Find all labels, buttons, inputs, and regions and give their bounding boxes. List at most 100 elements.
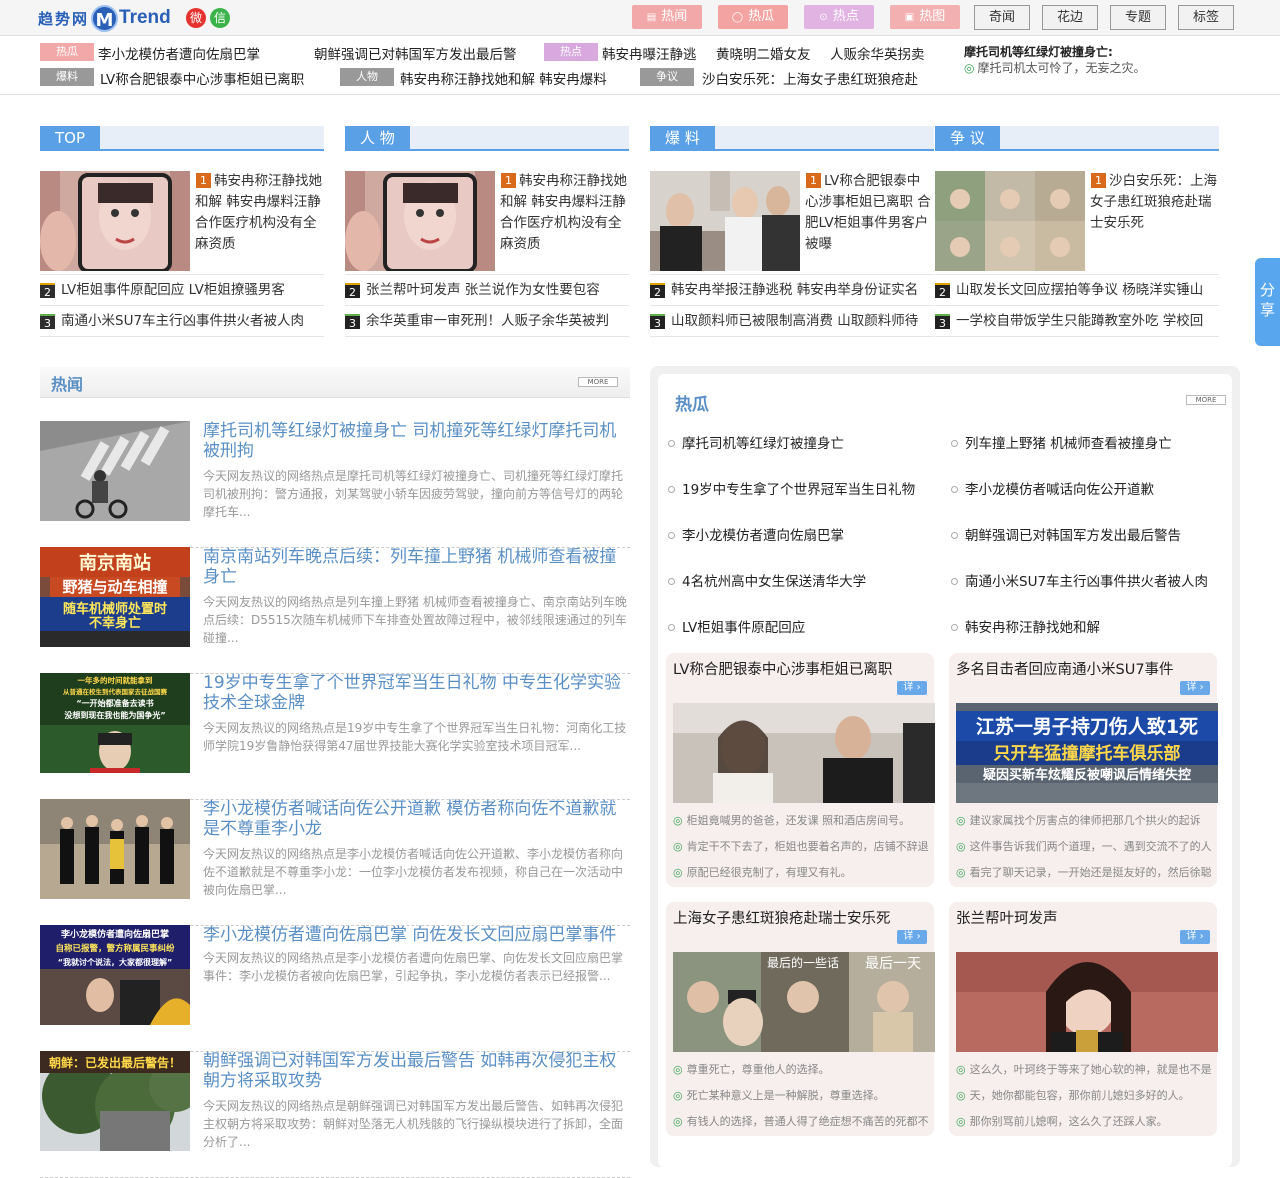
news-title[interactable]: 摩托司机等红绿灯被撞身亡 司机撞死等红绿灯摩托司机被刑拘 bbox=[203, 421, 623, 461]
feature-image[interactable] bbox=[40, 171, 190, 271]
gua-list-item[interactable]: 19岁中专生拿了个世界冠军当生日礼物 bbox=[668, 478, 915, 498]
gua-card-title[interactable]: 上海女子患红斑狼疮赴瑞士安乐死 bbox=[673, 907, 891, 928]
nav-button-biaoqian[interactable]: 标签 bbox=[1178, 5, 1234, 30]
news-image[interactable] bbox=[40, 421, 190, 521]
rank-item[interactable]: 3 南通小米SU7车主行凶事件拱火者被人肉 bbox=[40, 306, 324, 337]
news-image[interactable]: 李小龙模仿者遭向佐扇巴掌 自称已报警，警方称属民事纠纷 “我就讨个说法，大家都很理解… bbox=[40, 925, 190, 1025]
ticker-tag[interactable]: 争议 bbox=[640, 68, 694, 86]
ticker-tag[interactable]: 热瓜 bbox=[40, 43, 94, 61]
ticker-tag[interactable]: 热点 bbox=[544, 43, 598, 61]
gua-list-item[interactable]: 4名杭州高中女生保送清华大学 bbox=[668, 570, 866, 590]
cat-button-hot-gua[interactable]: ◯ 热瓜 bbox=[718, 5, 788, 29]
gua-card[interactable]: 上海女子患红斑狼疮赴瑞士安乐死 详 › 最后的一些话 最后一天 ◎ 尊重死亡，尊重他… bbox=[666, 902, 935, 1136]
cat-button-hot-pic[interactable]: ▣ 热图 bbox=[890, 5, 960, 29]
rank-text[interactable]: 韩安冉举报汪静逃税 韩安冉举身份证实名 bbox=[671, 282, 918, 298]
news-item[interactable]: 朝鲜：已发出最后警告！ 朝鲜强调已对韩国军方发出最后警告 如韩再次侵犯主权朝方将… bbox=[40, 1051, 630, 1178]
feature-title[interactable]: 韩安冉称汪静找她和解 韩安冉爆料汪静合作医疗机构没有全麻资质 bbox=[195, 171, 323, 255]
detail-button[interactable]: 详 › bbox=[897, 681, 927, 695]
gua-list-item[interactable]: 李小龙模仿者遭向佐扇巴掌 bbox=[668, 524, 844, 544]
feature-item[interactable]: 1 韩安冉称汪静找她和解 韩安冉爆料汪静合作医疗机构没有全麻资质 bbox=[345, 171, 629, 275]
rank-text[interactable]: 余华英重审一审死刑！人贩子余华英被判 bbox=[366, 313, 609, 329]
hot-gua-title[interactable]: 热瓜 bbox=[675, 390, 709, 415]
rank-item[interactable]: 2 山取发长文回应摆拍等争议 杨晓洋实锤山 bbox=[935, 275, 1219, 306]
detail-button[interactable]: 详 › bbox=[897, 930, 927, 944]
gua-list-item[interactable]: 李小龙模仿者喊话向佐公开道歉 bbox=[951, 478, 1154, 498]
rank-item[interactable]: 3 山取颜料师已被限制高消费 山取颜料师待 bbox=[650, 306, 934, 337]
gua-card-title[interactable]: 张兰帮叶珂发声 bbox=[956, 907, 1058, 928]
column-title[interactable]: 争 议 bbox=[935, 126, 1000, 151]
cat-button-hot-news[interactable]: ▤ 热闻 bbox=[632, 5, 702, 29]
rank-item[interactable]: 2 张兰帮叶珂发声 张兰说作为女性要包容 bbox=[345, 275, 629, 306]
ticker-tag[interactable]: 人物 bbox=[340, 68, 394, 86]
nav-button-zhuanti[interactable]: 专题 bbox=[1110, 5, 1166, 30]
gua-list-item[interactable]: LV柜姐事件原配回应 bbox=[668, 616, 805, 636]
news-image[interactable]: 南京南站 野猪与动车相撞 随车机械师处置时 不幸身亡 bbox=[40, 547, 190, 647]
gua-list-item[interactable]: 南通小米SU7车主行凶事件拱火者被人肉 bbox=[951, 570, 1208, 590]
column-title[interactable]: 人 物 bbox=[345, 126, 410, 151]
rank-text[interactable]: 南通小米SU7车主行凶事件拱火者被人肉 bbox=[61, 313, 304, 329]
gua-card[interactable]: 张兰帮叶珂发声 详 › ◎ 这么久，叶珂终于等来了她心软的神，就是也不是 ◎ 天，她… bbox=[949, 902, 1218, 1136]
more-button[interactable]: MORE bbox=[578, 377, 618, 387]
ticker-link[interactable]: 黄晓明二婚女友 bbox=[716, 43, 811, 63]
weibo-icon[interactable]: 微 bbox=[186, 8, 206, 28]
ticker-link[interactable]: LV称合肥银泰中心涉事柜姐已离职 bbox=[100, 68, 304, 88]
nav-button-huabian[interactable]: 花边 bbox=[1042, 5, 1098, 30]
news-image[interactable] bbox=[40, 799, 190, 899]
detail-button[interactable]: 详 › bbox=[1180, 681, 1210, 695]
news-title[interactable]: 南京南站列车晚点后续：列车撞上野猪 机械师查看被撞身亡 bbox=[203, 547, 623, 587]
gua-list-item[interactable]: 列车撞上野猪 机械师查看被撞身亡 bbox=[951, 432, 1172, 452]
feature-title[interactable]: 韩安冉称汪静找她和解 韩安冉爆料汪静合作医疗机构没有全麻资质 bbox=[500, 171, 628, 255]
ticker-link[interactable]: 沙白安乐死：上海女子患红斑狼疮赴 bbox=[702, 68, 918, 88]
gua-card[interactable]: 多名目击者回应南通小米SU7事件 详 › 江苏一男子持刀伤人致1死 只开车猛撞摩托… bbox=[949, 653, 1218, 887]
gua-card-image[interactable]: 江苏一男子持刀伤人致1死 只开车猛撞摩托车俱乐部 疑因买新车炫耀反被嘲讽后情绪失控 bbox=[956, 703, 1218, 803]
news-title[interactable]: 李小龙模仿者喊话向佐公开道歉 模仿者称向佐不道歉就是不尊重李小龙 bbox=[203, 799, 623, 839]
news-title[interactable]: 李小龙模仿者遭向佐扇巴掌 向佐发长文回应扇巴掌事件 bbox=[203, 925, 623, 945]
rank-item[interactable]: 2 LV柜姐事件原配回应 LV柜姐撩骚男客 bbox=[40, 275, 324, 306]
feature-image[interactable] bbox=[345, 171, 495, 271]
feature-item[interactable]: 1 沙白安乐死：上海女子患红斑狼疮赴瑞士安乐死 bbox=[935, 171, 1219, 275]
news-item[interactable]: 李小龙模仿者喊话向佐公开道歉 模仿者称向佐不道歉就是不尊重李小龙 今天网友热议的… bbox=[40, 799, 630, 926]
rank-text[interactable]: LV柜姐事件原配回应 LV柜姐撩骚男客 bbox=[61, 282, 285, 298]
detail-button[interactable]: 详 › bbox=[1180, 930, 1210, 944]
news-item[interactable]: 一年多的时间就能拿到 从普通在校生到代表国家去征战国赛 “一开始都准备去读书 没想到现… bbox=[40, 673, 630, 800]
ticker-tag[interactable]: 爆料 bbox=[40, 68, 94, 86]
column-title[interactable]: TOP bbox=[40, 126, 101, 151]
share-button[interactable]: 分享 bbox=[1255, 258, 1280, 346]
gua-card-image[interactable] bbox=[673, 703, 935, 803]
ticker-link[interactable]: 韩安冉曝汪静逃 bbox=[602, 43, 697, 63]
news-title[interactable]: 朝鲜强调已对韩国军方发出最后警告 如韩再次侵犯主权朝方将采取攻势 bbox=[203, 1051, 623, 1091]
gua-card-image[interactable] bbox=[956, 952, 1218, 1052]
news-item[interactable]: 南京南站 野猪与动车相撞 随车机械师处置时 不幸身亡 南京南站列车晚点后续：列车撞上野… bbox=[40, 547, 630, 674]
rank-text[interactable]: 山取发长文回应摆拍等争议 杨晓洋实锤山 bbox=[956, 282, 1203, 298]
hot-news-title[interactable]: 热闻 bbox=[51, 371, 83, 395]
site-logo[interactable]: 趋势网 M Trend bbox=[38, 4, 171, 32]
wechat-icon[interactable]: 信 bbox=[210, 8, 230, 28]
ticker-link[interactable]: 朝鲜强调已对韩国军方发出最后警 bbox=[314, 43, 517, 63]
news-title[interactable]: 19岁中专生拿了个世界冠军当生日礼物 中专生化学实验技术全球金牌 bbox=[203, 673, 623, 713]
feature-item[interactable]: 1 韩安冉称汪静找她和解 韩安冉爆料汪静合作医疗机构没有全麻资质 bbox=[40, 171, 324, 275]
feature-item[interactable]: 1 LV称合肥银泰中心涉事柜姐已离职 合肥LV柜姐事件男客户被曝 bbox=[650, 171, 934, 275]
gua-list-item[interactable]: 韩安冉称汪静找她和解 bbox=[951, 616, 1100, 636]
gua-card[interactable]: LV称合肥银泰中心涉事柜姐已离职 详 › ◎ 柜姐竟喊男的爸爸，还发课 照和酒店房… bbox=[666, 653, 935, 887]
nav-button-qiwen[interactable]: 奇闻 bbox=[974, 5, 1030, 30]
rank-item[interactable]: 2 韩安冉举报汪静逃税 韩安冉举身份证实名 bbox=[650, 275, 934, 306]
rank-text[interactable]: 张兰帮叶珂发声 张兰说作为女性要包容 bbox=[366, 282, 600, 298]
rank-text[interactable]: 山取颜料师已被限制高消费 山取颜料师待 bbox=[671, 313, 918, 329]
gua-list-item[interactable]: 朝鲜强调已对韩国军方发出最后警告 bbox=[951, 524, 1181, 544]
rank-item[interactable]: 3 余华英重审一审死刑！人贩子余华英被判 bbox=[345, 306, 629, 337]
news-image[interactable]: 一年多的时间就能拿到 从普通在校生到代表国家去征战国赛 “一开始都准备去读书 没想到现… bbox=[40, 673, 190, 773]
gua-list-item[interactable]: 摩托司机等红绿灯被撞身亡 bbox=[668, 432, 844, 452]
feature-image[interactable] bbox=[650, 171, 800, 271]
rank-item[interactable]: 3 一学校自带饭学生只能蹲教室外吃 学校回 bbox=[935, 306, 1219, 337]
ticker-link[interactable]: 韩安冉称汪静找她和解 韩安冉爆料 bbox=[400, 68, 607, 88]
column-title[interactable]: 爆 料 bbox=[650, 126, 715, 151]
ticker-link[interactable]: 李小龙模仿者遭向佐扇巴掌 bbox=[98, 43, 260, 63]
news-image[interactable]: 朝鲜：已发出最后警告！ bbox=[40, 1051, 190, 1151]
feature-title[interactable]: 沙白安乐死：上海女子患红斑狼疮赴瑞士安乐死 bbox=[1090, 171, 1218, 234]
gua-card-image[interactable]: 最后的一些话 最后一天 bbox=[673, 952, 935, 1052]
feature-image[interactable] bbox=[935, 171, 1085, 271]
gua-card-title[interactable]: LV称合肥银泰中心涉事柜姐已离职 bbox=[673, 658, 892, 679]
news-item[interactable]: 李小龙模仿者遭向佐扇巴掌 自称已报警，警方称属民事纠纷 “我就讨个说法，大家都很理解… bbox=[40, 925, 630, 1052]
feature-title[interactable]: LV称合肥银泰中心涉事柜姐已离职 合肥LV柜姐事件男客户被曝 bbox=[805, 171, 933, 255]
ticker-link[interactable]: 人贩余华英拐卖 bbox=[830, 43, 925, 63]
